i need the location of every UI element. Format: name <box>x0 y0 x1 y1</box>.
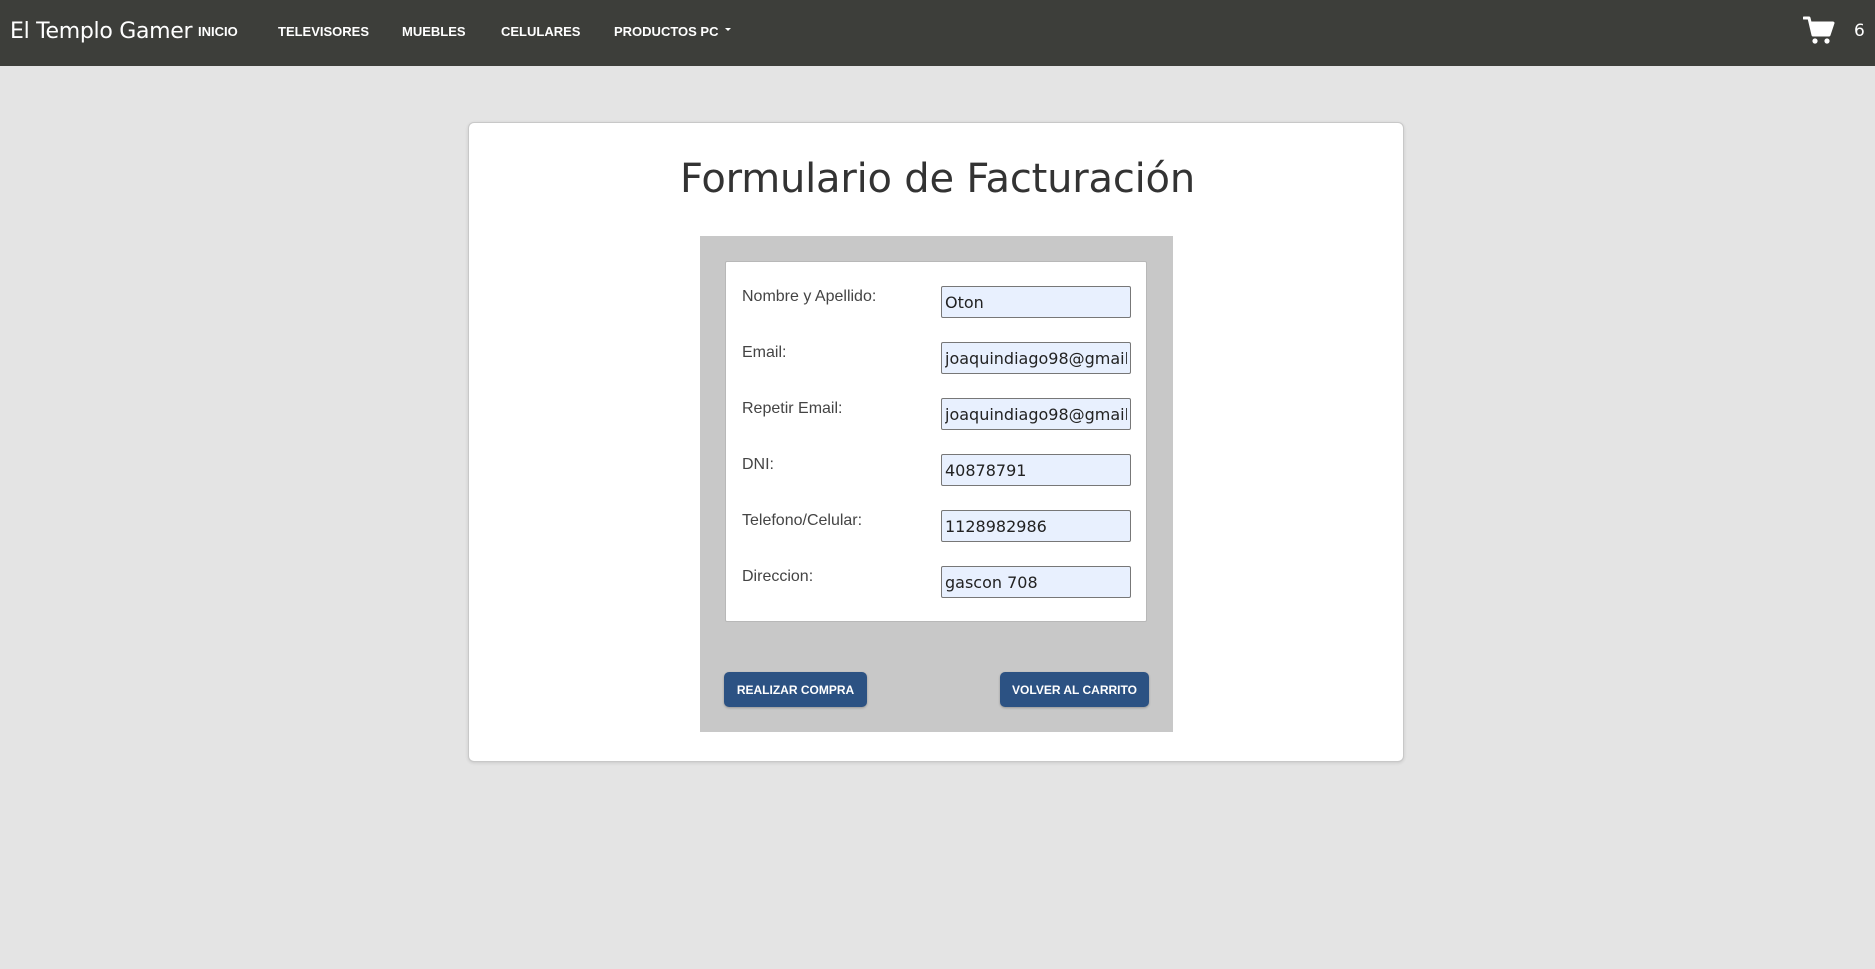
dni-label: DNI: <box>742 456 774 473</box>
address-input[interactable] <box>941 566 1131 598</box>
nav-item-muebles[interactable]: MUEBLES <box>402 24 466 39</box>
email-input[interactable] <box>941 342 1131 374</box>
volver-al-carrito-button[interactable]: VOLVER AL CARRITO <box>1000 672 1149 707</box>
shopping-cart-icon[interactable] <box>1803 14 1835 46</box>
email-label: Email: <box>742 344 787 361</box>
phone-label: Telefono/Celular: <box>742 512 863 529</box>
nav-item-celulares[interactable]: CELULARES <box>501 24 580 39</box>
repeat-email-input[interactable] <box>941 398 1131 430</box>
nav-item-productos-pc[interactable]: PRODUCTOS PC <box>614 24 719 39</box>
page-title: Formulario de Facturación <box>680 156 1195 202</box>
brand-logo-text[interactable]: El Templo Gamer <box>10 19 193 44</box>
repeat-email-label: Repetir Email: <box>742 400 843 417</box>
nav-item-inicio[interactable]: INICIO <box>198 24 238 39</box>
realizar-compra-button[interactable]: REALIZAR COMPRA <box>724 672 867 707</box>
dni-input[interactable] <box>941 454 1131 486</box>
nav-item-televisores[interactable]: TELEVISORES <box>278 24 369 39</box>
cart-count-badge: 6 <box>1854 21 1865 41</box>
name-label: Nombre y Apellido: <box>742 288 877 305</box>
name-input[interactable] <box>941 286 1131 318</box>
dropdown-caret-icon[interactable] <box>725 28 731 31</box>
phone-input[interactable] <box>941 510 1131 542</box>
top-navbar: El Templo Gamer INICIO TELEVISORES MUEBL… <box>0 0 1875 66</box>
address-label: Direccion: <box>742 568 814 585</box>
